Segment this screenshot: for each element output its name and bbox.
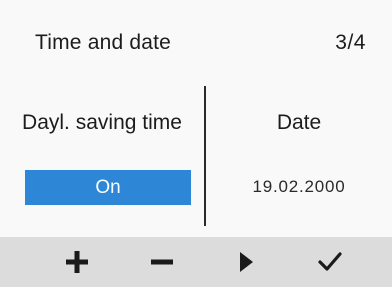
minus-icon xyxy=(151,259,173,265)
header: Time and date 3/4 xyxy=(0,0,392,86)
plus-icon xyxy=(66,251,88,273)
date-label: Date xyxy=(276,111,322,134)
page-indicator: 3/4 xyxy=(335,31,366,54)
play-icon xyxy=(238,252,254,272)
date-time-settings-screen: Time and date 3/4 Dayl. saving time Date… xyxy=(0,0,392,287)
decrease-button[interactable] xyxy=(120,237,204,287)
footer-toolbar xyxy=(0,237,392,287)
next-button[interactable] xyxy=(204,237,288,287)
daylight-saving-label: Dayl. saving time xyxy=(22,111,182,134)
daylight-saving-value[interactable]: On xyxy=(25,170,191,205)
date-value[interactable]: 19.02.2000 xyxy=(206,176,392,198)
increase-button[interactable] xyxy=(35,237,119,287)
column-divider xyxy=(204,86,206,226)
confirm-button[interactable] xyxy=(288,237,372,287)
page-title: Time and date xyxy=(35,31,172,54)
checkmark-icon xyxy=(318,252,342,272)
